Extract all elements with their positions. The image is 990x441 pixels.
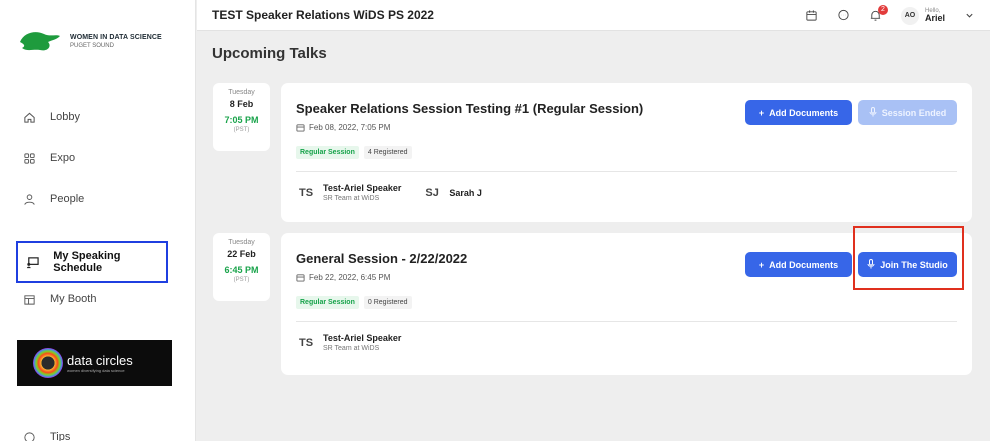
- datetime-text: Feb 22, 2022, 6:45 PM: [309, 273, 391, 282]
- calendar-icon: [296, 123, 305, 132]
- timezone: (PST): [233, 127, 250, 133]
- speaker-name: Test-Ariel Speaker: [323, 183, 402, 193]
- registered-count-badge: 4 Registered: [363, 146, 412, 159]
- sidebar-item-my-booth[interactable]: My Booth: [22, 292, 96, 306]
- highlight-box: [853, 226, 964, 290]
- plus-icon: +: [758, 107, 765, 118]
- sponsor-banner[interactable]: data circles women diversifying data sci…: [17, 340, 172, 386]
- sidebar-item-lobby[interactable]: Lobby: [22, 110, 80, 124]
- day-of-week: Tuesday: [228, 239, 255, 246]
- sidebar-item-label: Lobby: [50, 111, 80, 123]
- sponsor-brand: data circles: [67, 353, 133, 368]
- speaker-name: Test-Ariel Speaker: [323, 333, 402, 343]
- registered-count-badge: 0 Registered: [363, 296, 412, 309]
- day-of-week: Tuesday: [228, 89, 255, 96]
- speaker-initials: SJ: [425, 186, 439, 199]
- speaker-name: Sarah J: [449, 187, 482, 198]
- speaker-initials: TS: [299, 186, 314, 199]
- user-name: Ariel: [924, 13, 945, 23]
- session-date-card: Tuesday 22 Feb 6:45 PM (PST): [213, 233, 270, 301]
- add-documents-button[interactable]: + Add Documents: [745, 100, 852, 125]
- datetime-text: Feb 08, 2022, 7:05 PM: [309, 123, 391, 132]
- time: 6:45 PM: [224, 265, 259, 275]
- data-circles-logo-icon: [33, 348, 63, 378]
- session-title[interactable]: General Session - 2/22/2022: [296, 251, 467, 266]
- page-title: Upcoming Talks: [212, 45, 327, 62]
- date: 8 Feb: [229, 99, 254, 109]
- time: 7:05 PM: [224, 115, 259, 125]
- grid-icon: [22, 151, 36, 165]
- sidebar-item-label: People: [50, 193, 85, 205]
- logo-line2: PUGET SOUND: [70, 42, 114, 49]
- session-card: Speaker Relations Session Testing #1 (Re…: [281, 83, 972, 222]
- sidebar-item-tips[interactable]: Tips: [22, 430, 70, 441]
- booth-icon: [22, 292, 36, 306]
- notification-bell-icon[interactable]: 2: [869, 4, 888, 23]
- session-type-badge: Regular Session: [296, 146, 359, 159]
- speaker[interactable]: TS Test-Ariel Speaker SR Team at WiDS: [299, 183, 401, 202]
- wids-logo[interactable]: WOMEN IN DATA SCIENCE PUGET SOUND: [18, 28, 162, 54]
- sidebar-item-label: Expo: [50, 152, 76, 164]
- add-documents-button[interactable]: + Add Documents: [745, 252, 852, 277]
- avatar: AO: [900, 6, 919, 25]
- sidebar: WOMEN IN DATA SCIENCE PUGET SOUND Lobby …: [0, 0, 196, 441]
- speaker[interactable]: SJ Sarah J: [425, 187, 482, 199]
- notification-badge: 2: [877, 4, 888, 15]
- divider: [296, 171, 957, 172]
- user-menu[interactable]: AO Hello, Ariel: [900, 6, 974, 25]
- sidebar-item-label: Tips: [50, 431, 71, 441]
- sidebar-item-label: My Booth: [50, 293, 97, 305]
- sponsor-tagline: women diversifying data science: [67, 368, 125, 373]
- calendar-icon: [296, 273, 305, 282]
- topbar: TEST Speaker Relations WiDS PS 2022 2 AO…: [197, 0, 990, 31]
- session-title[interactable]: Speaker Relations Session Testing #1 (Re…: [296, 101, 643, 116]
- speaker-role: SR Team at WiDS: [323, 195, 380, 202]
- sidebar-item-expo[interactable]: Expo: [22, 151, 75, 165]
- wids-logo-icon: [20, 32, 60, 51]
- event-title: TEST Speaker Relations WiDS PS 2022: [212, 8, 434, 22]
- session-datetime: Feb 08, 2022, 7:05 PM: [296, 123, 390, 132]
- sidebar-item-my-speaking-schedule[interactable]: My Speaking Schedule: [16, 241, 168, 283]
- calendar-icon[interactable]: [805, 9, 819, 23]
- speaker-role: SR Team at WiDS: [323, 345, 380, 352]
- session-ended-button[interactable]: Session Ended: [858, 100, 957, 125]
- tips-icon: [22, 430, 36, 441]
- speaker[interactable]: TS Test-Ariel Speaker SR Team at WiDS: [299, 333, 401, 352]
- home-icon: [22, 110, 36, 124]
- button-label: Session Ended: [881, 107, 947, 118]
- date: 22 Feb: [227, 249, 256, 259]
- session-type-badge: Regular Session: [296, 296, 359, 309]
- sidebar-item-label: My Speaking Schedule: [53, 250, 121, 274]
- timezone: (PST): [233, 277, 250, 283]
- person-icon: [22, 192, 36, 206]
- button-label: Add Documents: [769, 107, 839, 118]
- chevron-down-icon: [965, 11, 974, 20]
- divider: [296, 321, 957, 322]
- session-date-card: Tuesday 8 Feb 7:05 PM (PST): [213, 83, 270, 151]
- microphone-icon: [869, 106, 877, 119]
- sidebar-item-people[interactable]: People: [22, 192, 84, 206]
- logo-line1: WOMEN IN DATA SCIENCE: [70, 33, 162, 41]
- session-datetime: Feb 22, 2022, 6:45 PM: [296, 273, 390, 282]
- chat-icon[interactable]: [837, 9, 851, 23]
- button-label: Add Documents: [769, 259, 839, 270]
- presentation-icon: [26, 255, 39, 269]
- plus-icon: +: [758, 259, 765, 270]
- speaker-initials: TS: [299, 336, 314, 349]
